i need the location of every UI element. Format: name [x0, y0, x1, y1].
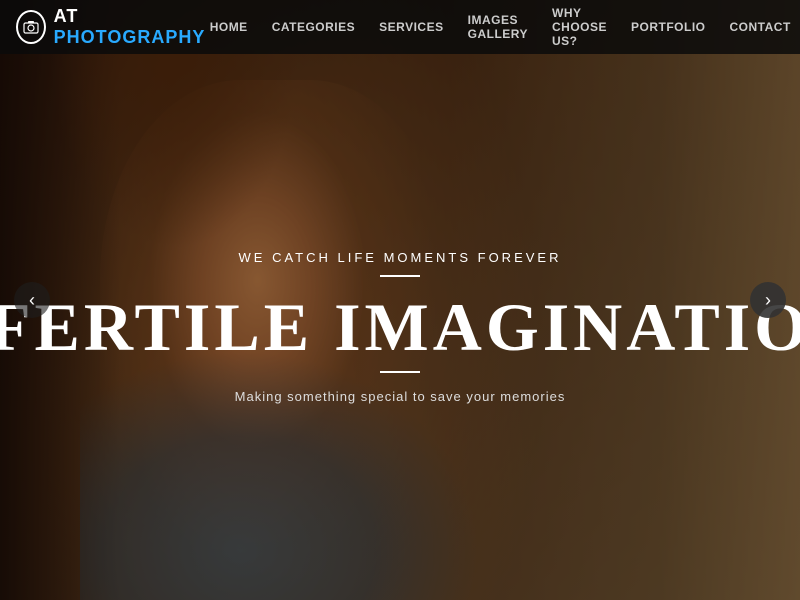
hero-section: AT PHOTOGRAPHY HOME CATEGORIES SERVICES … [0, 0, 800, 600]
hero-divider-top [380, 275, 420, 277]
hero-divider-bottom [380, 371, 420, 373]
site-header: AT PHOTOGRAPHY HOME CATEGORIES SERVICES … [0, 0, 800, 54]
next-slide-button[interactable]: › [750, 282, 786, 318]
hero-title: FERTILE IMAGINATIO [0, 293, 800, 361]
nav-contact[interactable]: CONTACT [730, 20, 791, 34]
nav-categories[interactable]: CATEGORIES [272, 20, 355, 34]
logo-text: AT PHOTOGRAPHY [54, 6, 210, 48]
camera-icon [16, 10, 46, 44]
nav-home[interactable]: HOME [210, 20, 248, 34]
hero-tagline: WE CATCH LIFE MOMENTS FOREVER [239, 250, 562, 265]
logo-link[interactable]: AT PHOTOGRAPHY [16, 6, 210, 48]
nav-portfolio[interactable]: PORTFOLIO [631, 20, 706, 34]
hero-content: WE CATCH LIFE MOMENTS FOREVER FERTILE IM… [0, 0, 800, 600]
nav-why-choose-us[interactable]: WHY CHOOSE US? [552, 6, 607, 48]
main-nav: HOME CATEGORIES SERVICES IMAGES GALLERY … [210, 6, 800, 48]
nav-services[interactable]: SERVICES [379, 20, 443, 34]
prev-slide-button[interactable]: ‹ [14, 282, 50, 318]
hero-subtitle: Making something special to save your me… [235, 389, 566, 404]
nav-images-gallery[interactable]: IMAGES GALLERY [468, 13, 528, 41]
